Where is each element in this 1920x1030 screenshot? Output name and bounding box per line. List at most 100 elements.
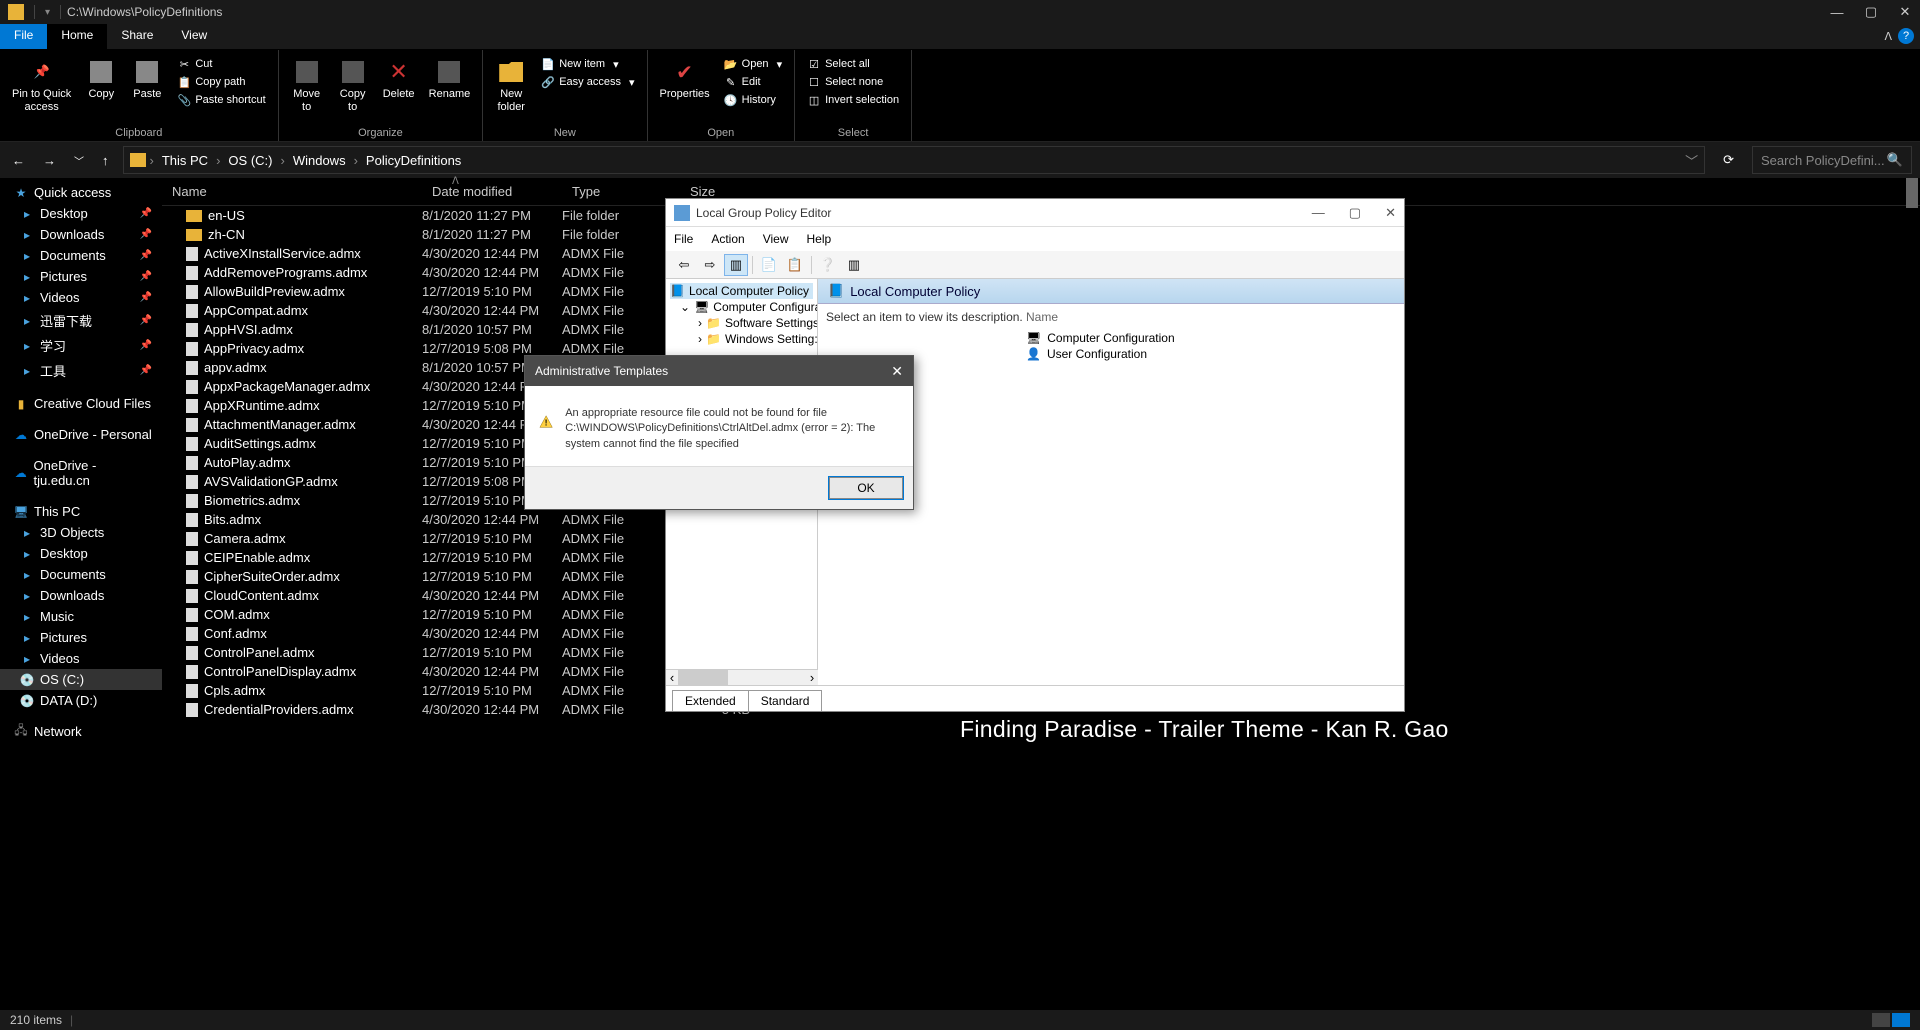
maximize-button[interactable]: ▢: [1864, 5, 1878, 19]
tab-home[interactable]: Home: [47, 24, 107, 49]
tab-file[interactable]: File: [0, 24, 47, 49]
minimize-button[interactable]: —: [1830, 5, 1844, 19]
sidebar-item[interactable]: ▸Downloads📌: [0, 224, 162, 245]
gpedit-back-button[interactable]: ⇦: [672, 254, 696, 276]
error-ok-button[interactable]: OK: [829, 477, 903, 499]
forward-button[interactable]: →: [39, 149, 60, 172]
gpedit-name-column[interactable]: Name: [1026, 310, 1396, 324]
pin-quick-access-button[interactable]: 📌 Pin to Quick access: [8, 56, 75, 116]
gpedit-titlebar[interactable]: Local Group Policy Editor — ▢ ✕: [666, 199, 1404, 227]
gpedit-show-tree-button[interactable]: ▥: [724, 254, 748, 276]
address-dropdown-icon[interactable]: ﹀: [1685, 151, 1698, 170]
sidebar-item[interactable]: 💿OS (C:): [0, 669, 162, 690]
sidebar-item[interactable]: ▸Videos📌: [0, 287, 162, 308]
sidebar-creative-cloud[interactable]: ▮Creative Cloud Files: [0, 393, 162, 414]
copy-button[interactable]: Copy: [81, 56, 121, 103]
scrollbar-thumb[interactable]: [1906, 178, 1918, 208]
gpedit-item-uc[interactable]: 👤User Configuration: [1026, 346, 1396, 362]
invert-selection-button[interactable]: ◫Invert selection: [803, 92, 903, 108]
view-large-button[interactable]: [1892, 1013, 1910, 1027]
refresh-button[interactable]: ⟳: [1715, 148, 1742, 172]
gpedit-properties-button[interactable]: 📄: [757, 254, 781, 276]
gpedit-maximize-button[interactable]: ▢: [1349, 205, 1361, 221]
ribbon-collapse-icon[interactable]: ᐱ: [1884, 30, 1892, 43]
error-close-button[interactable]: ✕: [891, 363, 903, 380]
navigation-pane[interactable]: ★Quick access ▸Desktop📌▸Downloads📌▸Docum…: [0, 178, 162, 1010]
tab-view[interactable]: View: [167, 24, 221, 49]
gpedit-help-button[interactable]: ❔: [816, 254, 840, 276]
gpedit-tab-standard[interactable]: Standard: [748, 690, 823, 711]
search-input[interactable]: Search PolicyDefini... 🔍: [1752, 146, 1912, 174]
breadcrumb[interactable]: PolicyDefinitions: [362, 151, 465, 170]
sidebar-onedrive-personal[interactable]: ☁OneDrive - Personal: [0, 424, 162, 445]
select-none-button[interactable]: ☐Select none: [803, 74, 903, 90]
expand-icon[interactable]: ›: [698, 332, 702, 346]
history-button[interactable]: 🕓History: [720, 92, 786, 108]
copy-path-button[interactable]: 📋Copy path: [173, 74, 269, 90]
rename-button[interactable]: Rename: [425, 56, 475, 103]
sidebar-item[interactable]: ▸Music: [0, 606, 162, 627]
sidebar-item[interactable]: ▸Pictures📌: [0, 266, 162, 287]
sidebar-this-pc[interactable]: 🖥This PC: [0, 501, 162, 522]
breadcrumb[interactable]: OS (C:): [224, 151, 276, 170]
sidebar-item[interactable]: ▸Videos: [0, 648, 162, 669]
breadcrumb[interactable]: This PC: [158, 151, 212, 170]
move-to-button[interactable]: Move to: [287, 56, 327, 116]
address-bar[interactable]: › This PC› OS (C:)› Windows› PolicyDefin…: [123, 146, 1706, 174]
gpedit-menu-view[interactable]: View: [763, 232, 789, 246]
col-type[interactable]: Type: [562, 180, 680, 203]
qat-dropdown-icon[interactable]: ▾: [45, 7, 50, 18]
sidebar-network[interactable]: 🖧Network: [0, 721, 162, 742]
gpedit-export-button[interactable]: 📋: [783, 254, 807, 276]
new-folder-button[interactable]: New folder: [491, 56, 531, 116]
sidebar-item[interactable]: ▸工具📌: [0, 358, 162, 383]
edit-button[interactable]: ✎Edit: [720, 74, 786, 90]
new-item-button[interactable]: 📄New item▾: [537, 56, 638, 72]
gpedit-forward-button[interactable]: ⇨: [698, 254, 722, 276]
delete-button[interactable]: ✕Delete: [379, 56, 419, 103]
cut-button[interactable]: ✂Cut: [173, 56, 269, 72]
error-dialog[interactable]: Administrative Templates ✕ ! An appropri…: [524, 355, 914, 510]
gpedit-minimize-button[interactable]: —: [1312, 205, 1325, 221]
sidebar-item[interactable]: ▸Desktop: [0, 543, 162, 564]
sidebar-item[interactable]: ▸Pictures: [0, 627, 162, 648]
sidebar-item[interactable]: ▸Desktop📌: [0, 203, 162, 224]
gpedit-tab-extended[interactable]: Extended: [672, 690, 749, 711]
view-details-button[interactable]: [1872, 1013, 1890, 1027]
close-button[interactable]: ✕: [1898, 5, 1912, 19]
sidebar-item[interactable]: ▸学习📌: [0, 333, 162, 358]
error-titlebar[interactable]: Administrative Templates ✕: [525, 356, 913, 386]
sidebar-onedrive-tju[interactable]: ☁OneDrive - tju.edu.cn: [0, 455, 162, 491]
sidebar-item[interactable]: ▸Documents📌: [0, 245, 162, 266]
gpedit-tree-root[interactable]: 📘Local Computer Policy: [670, 283, 813, 299]
gpedit-tree-scrollbar[interactable]: ‹›: [666, 669, 818, 685]
col-date[interactable]: Date modified: [422, 180, 562, 203]
gpedit-item-cc[interactable]: 🖥Computer Configuration: [1026, 330, 1396, 346]
sidebar-item[interactable]: ▸Downloads: [0, 585, 162, 606]
gpedit-tree-cc[interactable]: ⌄🖥Computer Configurat: [670, 299, 813, 315]
expand-icon[interactable]: ›: [698, 316, 702, 330]
sidebar-item[interactable]: 💿DATA (D:): [0, 690, 162, 711]
recent-dropdown[interactable]: ﹀: [70, 149, 88, 172]
gpedit-filter-button[interactable]: ▥: [842, 254, 866, 276]
open-button[interactable]: 📂Open▾: [720, 56, 786, 72]
breadcrumb[interactable]: Windows: [289, 151, 350, 170]
tab-share[interactable]: Share: [107, 24, 167, 49]
expand-icon[interactable]: ⌄: [680, 300, 690, 314]
gpedit-tree-ss[interactable]: ›📁Software Settings: [670, 315, 813, 331]
properties-button[interactable]: ✔Properties: [656, 56, 714, 103]
easy-access-button[interactable]: 🔗Easy access▾: [537, 74, 638, 90]
gpedit-close-button[interactable]: ✕: [1385, 205, 1396, 221]
sidebar-item[interactable]: ▸3D Objects: [0, 522, 162, 543]
select-all-button[interactable]: ☑Select all: [803, 56, 903, 72]
up-button[interactable]: ↑: [98, 149, 113, 172]
paste-button[interactable]: Paste: [127, 56, 167, 103]
sidebar-item[interactable]: ▸迅雷下载📌: [0, 308, 162, 333]
col-name[interactable]: Name: [162, 180, 422, 203]
sidebar-quick-access[interactable]: ★Quick access: [0, 182, 162, 203]
sidebar-item[interactable]: ▸Documents: [0, 564, 162, 585]
copy-to-button[interactable]: Copy to: [333, 56, 373, 116]
paste-shortcut-button[interactable]: 📎Paste shortcut: [173, 92, 269, 108]
gpedit-menu-action[interactable]: Action: [711, 232, 744, 246]
back-button[interactable]: ←: [8, 149, 29, 172]
